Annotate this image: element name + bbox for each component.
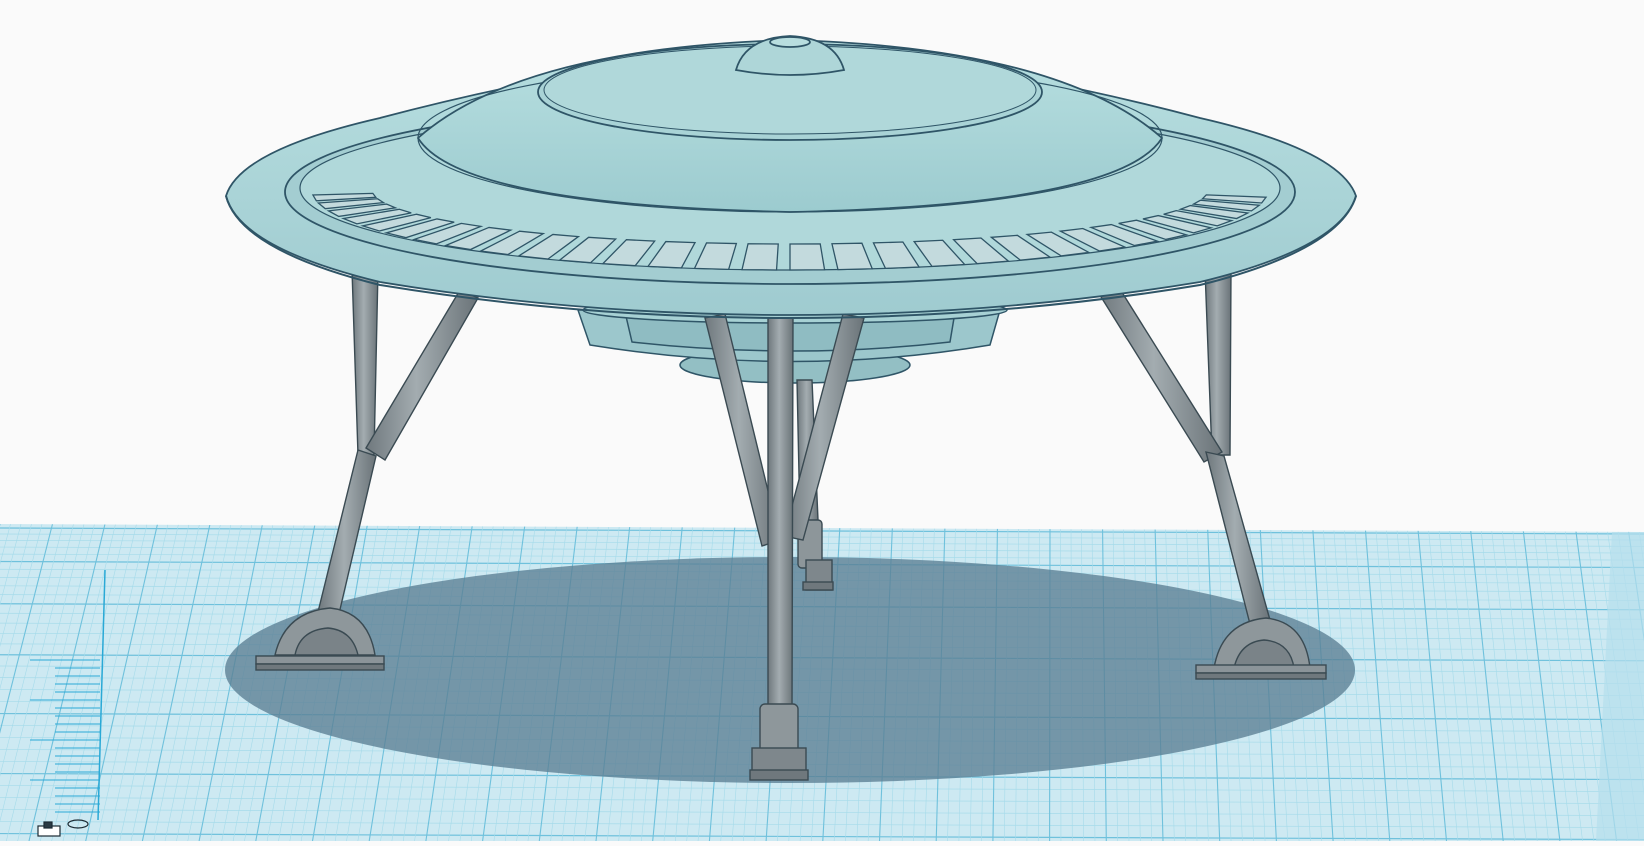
upper-dome[interactable] — [418, 36, 1162, 212]
3d-viewport[interactable] — [0, 0, 1644, 841]
vent-panel — [790, 244, 825, 270]
scene-canvas[interactable] — [0, 0, 1644, 841]
vent-panel — [742, 244, 778, 270]
